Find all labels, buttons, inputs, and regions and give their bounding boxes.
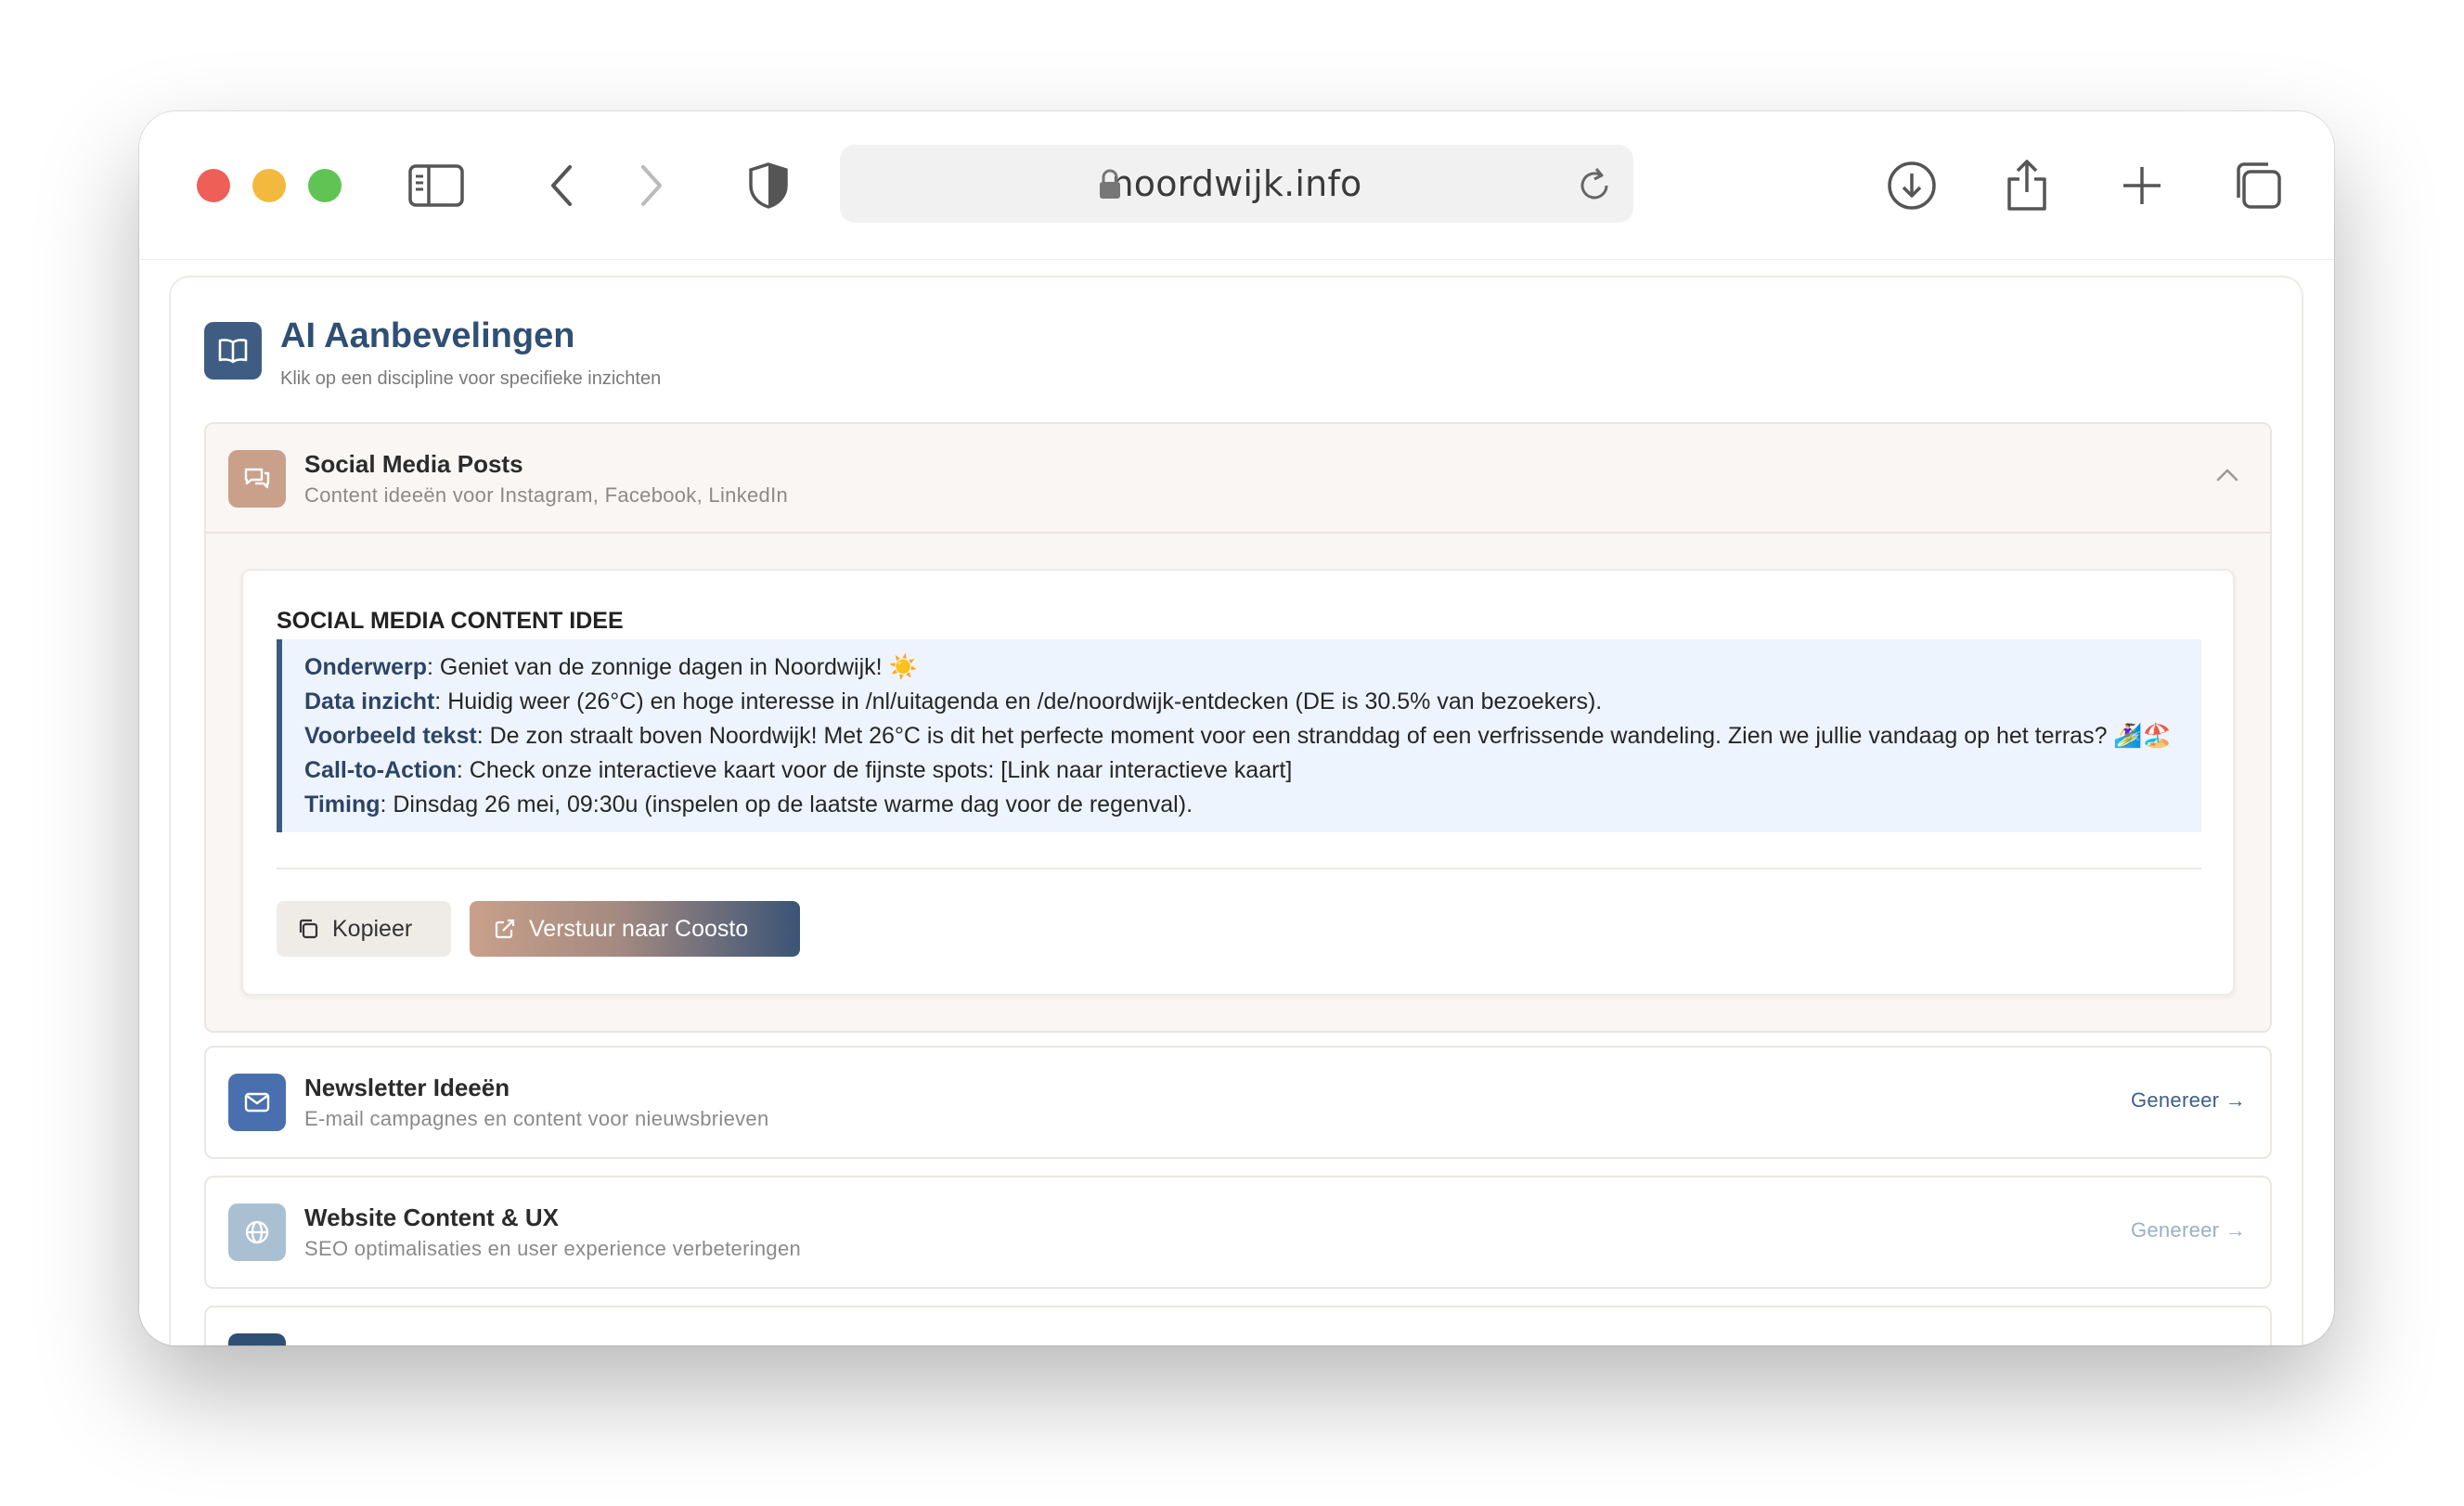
- generate-link[interactable]: Genereer →: [2131, 1218, 2246, 1242]
- social-media-section: Social Media Posts Content ideeën voor I…: [204, 422, 2272, 1033]
- website-header[interactable]: Website Content & UX SEO optimalisaties …: [206, 1178, 2270, 1287]
- browser-window: noordwijk.info AI Aanbevelingen Klik op …: [139, 111, 2334, 1345]
- section-icon: [228, 1333, 286, 1345]
- globe-icon: [228, 1204, 286, 1261]
- social-media-header[interactable]: Social Media Posts Content ideeën voor I…: [206, 424, 2270, 534]
- idea-line-cta: Call-to-Action: Check onze interactieve …: [304, 757, 1293, 783]
- content-idea-note: Onderwerp: Geniet van de zonnige dagen i…: [277, 639, 2201, 832]
- generate-link[interactable]: Genereer →: [2131, 1088, 2246, 1113]
- section-title: Newsletter Ideeën: [304, 1074, 510, 1101]
- idea-line-subject: Onderwerp: Geniet van de zonnige dagen i…: [304, 654, 918, 680]
- ai-recommendations-panel: AI Aanbevelingen Klik op een discipline …: [169, 276, 2303, 1345]
- share-icon[interactable]: [1999, 158, 2055, 213]
- copy-icon: [299, 919, 318, 939]
- chat-icon: [228, 450, 286, 508]
- close-window-button[interactable]: [197, 169, 230, 202]
- next-section[interactable]: [204, 1306, 2272, 1345]
- website-section[interactable]: Website Content & UX SEO optimalisaties …: [204, 1176, 2272, 1289]
- new-tab-icon[interactable]: [2114, 158, 2170, 213]
- idea-line-example: Voorbeeld tekst: De zon straalt boven No…: [304, 723, 2172, 749]
- minimize-window-button[interactable]: [252, 169, 286, 202]
- mail-icon: [228, 1074, 286, 1131]
- send-to-coosto-button[interactable]: Verstuur naar Coosto: [470, 901, 800, 957]
- zoom-window-button[interactable]: [308, 169, 342, 202]
- download-icon[interactable]: [1884, 158, 1940, 213]
- divider: [277, 868, 2201, 869]
- copy-label: Kopieer: [332, 915, 413, 942]
- idea-line-timing: Timing: Dinsdag 26 mei, 09:30u (inspelen…: [304, 792, 1193, 817]
- page-content: AI Aanbevelingen Klik op een discipline …: [139, 261, 2334, 1345]
- chevron-up-icon[interactable]: [2216, 469, 2238, 486]
- shield-icon[interactable]: [741, 158, 796, 213]
- card-heading: SOCIAL MEDIA CONTENT IDEE: [277, 608, 624, 634]
- send-label: Verstuur naar Coosto: [529, 915, 749, 942]
- page-subtitle: Klik op een discipline voor specifieke i…: [280, 368, 662, 389]
- section-description: E-mail campagnes en content voor nieuwsb…: [304, 1107, 769, 1130]
- book-icon: [204, 322, 262, 380]
- copy-button[interactable]: Kopieer: [277, 901, 451, 957]
- sidebar-icon[interactable]: [408, 158, 464, 213]
- newsletter-section[interactable]: Newsletter Ideeën E-mail campagnes en co…: [204, 1046, 2272, 1159]
- section-description: SEO optimalisaties en user experience ve…: [304, 1237, 802, 1260]
- back-icon[interactable]: [534, 158, 589, 213]
- browser-toolbar: noordwijk.info: [139, 111, 2334, 260]
- section-title: Website Content & UX: [304, 1204, 559, 1231]
- tabs-icon[interactable]: [2229, 158, 2285, 213]
- url-text: noordwijk.info: [1111, 163, 1362, 204]
- reload-icon[interactable]: [1576, 163, 1613, 209]
- page-title: AI Aanbevelingen: [280, 316, 575, 355]
- content-idea-card: SOCIAL MEDIA CONTENT IDEE Onderwerp: Gen…: [241, 569, 2235, 996]
- idea-line-data: Data inzicht: Huidig weer (26°C) en hoge…: [304, 689, 1603, 714]
- forward-icon[interactable]: [624, 158, 679, 213]
- section-description: Content ideeën voor Instagram, Facebook,…: [304, 483, 789, 507]
- section-title: Social Media Posts: [304, 450, 523, 478]
- newsletter-header[interactable]: Newsletter Ideeën E-mail campagnes en co…: [206, 1048, 2270, 1157]
- next-section-header[interactable]: [206, 1307, 2270, 1345]
- external-link-icon: [495, 919, 515, 939]
- url-bar[interactable]: noordwijk.info: [840, 145, 1633, 223]
- lock-icon: [1098, 169, 1122, 205]
